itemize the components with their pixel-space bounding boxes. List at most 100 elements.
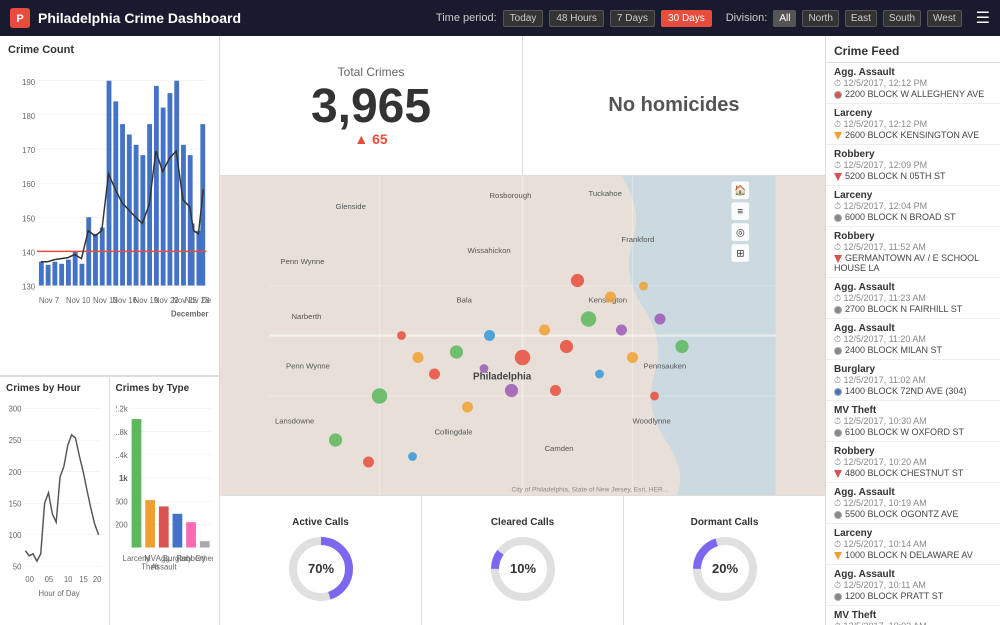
app-icon: P <box>10 8 30 28</box>
div-btn-south[interactable]: South <box>883 10 921 27</box>
crime-location: 1000 BLOCK N DELAWARE AV <box>834 550 992 560</box>
svg-text:P: P <box>16 13 23 25</box>
svg-text:180: 180 <box>22 112 35 121</box>
svg-text:190: 190 <box>22 78 35 87</box>
crime-location: 2400 BLOCK MILAN ST <box>834 345 992 355</box>
crime-count-chart: 190 180 170 160 150 140 130 <box>8 60 211 360</box>
svg-text:Tuckahoe: Tuckahoe <box>589 189 622 198</box>
div-btn-east[interactable]: East <box>845 10 877 27</box>
svg-text:Frankford: Frankford <box>622 235 655 244</box>
svg-text:05: 05 <box>45 575 54 584</box>
crimes-by-type-title: Crimes by Type <box>116 383 214 394</box>
crime-location: 5200 BLOCK N 05TH ST <box>834 171 992 181</box>
header-left: P Philadelphia Crime Dashboard <box>10 8 241 28</box>
header-title: Philadelphia Crime Dashboard <box>38 10 241 26</box>
crime-type: MV Theft <box>834 610 992 621</box>
svg-text:2.2k: 2.2k <box>116 404 129 413</box>
list-item: Larceny ⏱ 12/5/2017, 12:12 PM 2600 BLOCK… <box>826 104 1000 145</box>
map-container[interactable]: Glenside Rosborough Tuckahoe Penn Wynne … <box>220 176 825 495</box>
crime-type: Agg. Assault <box>834 323 992 334</box>
menu-icon[interactable]: ☰ <box>976 8 990 28</box>
crime-location: 2700 BLOCK N FAIRHILL ST <box>834 304 992 314</box>
crime-type: Robbery <box>834 231 992 242</box>
svg-text:Nov 7: Nov 7 <box>39 296 60 305</box>
svg-text:70%: 70% <box>307 561 333 576</box>
crime-location: 1400 BLOCK 72ND AVE (304) <box>834 386 992 396</box>
list-item: Larceny ⏱ 12/5/2017, 10:14 AM 1000 BLOCK… <box>826 524 1000 565</box>
crime-time: ⏱ 12/5/2017, 10:30 AM <box>834 416 992 427</box>
crime-time: ⏱ 12/5/2017, 12:12 PM <box>834 78 992 89</box>
svg-text:Camden: Camden <box>545 444 574 453</box>
crime-type: Larceny <box>834 190 992 201</box>
time-btn-7d[interactable]: 7 Days <box>610 10 655 27</box>
svg-text:City of Philadelphia, State of: City of Philadelphia, State of New Jerse… <box>511 487 668 494</box>
svg-text:300: 300 <box>9 404 22 413</box>
crime-time: ⏱ 12/5/2017, 10:14 AM <box>834 539 992 550</box>
total-crimes-label: Total Crimes <box>338 65 405 79</box>
crime-location: 1200 BLOCK PRATT ST <box>834 591 992 601</box>
division-label: Division: <box>726 12 768 24</box>
div-btn-north[interactable]: North <box>802 10 838 27</box>
header: P Philadelphia Crime Dashboard Time peri… <box>0 0 1000 36</box>
top-stats: Total Crimes 3,965 ▲ 65 No homicides <box>220 36 825 176</box>
div-btn-west[interactable]: West <box>927 10 962 27</box>
svg-text:Philadelphia: Philadelphia <box>473 372 532 383</box>
crime-time: ⏱ 12/5/2017, 11:20 AM <box>834 334 992 345</box>
list-item: Robbery ⏱ 12/5/2017, 10:20 AM 4800 BLOCK… <box>826 442 1000 483</box>
crimes-by-type-panel: Crimes by Type 2.2k 1.8k 1.4k 1k 600 <box>110 376 220 625</box>
header-controls: Time period: Today 48 Hours 7 Days 30 Da… <box>436 8 990 28</box>
crime-time: ⏱ 12/5/2017, 11:52 AM <box>834 242 992 253</box>
svg-text:Assault: Assault <box>150 562 176 571</box>
svg-text:⊞: ⊞ <box>736 248 744 259</box>
svg-text:170: 170 <box>22 146 35 155</box>
crime-type: MV Theft <box>834 405 992 416</box>
svg-text:Woodlynne: Woodlynne <box>633 417 671 426</box>
div-btn-all[interactable]: All <box>773 10 796 27</box>
svg-text:10%: 10% <box>509 561 535 576</box>
svg-text:200: 200 <box>116 520 128 529</box>
svg-text:Lansdowne: Lansdowne <box>275 417 314 426</box>
svg-text:10: 10 <box>64 575 73 584</box>
svg-text:Collingdale: Collingdale <box>435 428 473 437</box>
svg-text:Rosborough: Rosborough <box>490 191 532 200</box>
bottom-stats: Active Calls 70% Cleared Calls 10% Dorma… <box>220 495 825 625</box>
active-calls-title: Active Calls <box>292 517 349 528</box>
svg-text:150: 150 <box>9 499 22 508</box>
total-crimes-widget: Total Crimes 3,965 ▲ 65 <box>220 36 523 175</box>
list-item: MV Theft ⏱ 12/5/2017, 10:03 AM 5000 BLOC… <box>826 606 1000 625</box>
crime-type: Agg. Assault <box>834 487 992 498</box>
total-crimes-change: ▲ 65 <box>354 131 387 147</box>
svg-text:160: 160 <box>22 180 35 189</box>
crime-feed-title: Crime Feed <box>826 36 1000 63</box>
time-btn-30d[interactable]: 30 Days <box>661 10 712 27</box>
list-item: Agg. Assault ⏱ 12/5/2017, 11:23 AM 2700 … <box>826 278 1000 319</box>
crime-time: ⏱ 12/5/2017, 12:04 PM <box>834 201 992 212</box>
crime-feed-list[interactable]: Agg. Assault ⏱ 12/5/2017, 12:12 PM 2200 … <box>826 63 1000 625</box>
active-calls-widget: Active Calls 70% <box>220 496 422 625</box>
svg-text:Penn Wynne: Penn Wynne <box>281 257 325 266</box>
crime-location: 5500 BLOCK OGONTZ AVE <box>834 509 992 519</box>
list-item: Agg. Assault ⏱ 12/5/2017, 10:11 AM 1200 … <box>826 565 1000 606</box>
crime-time: ⏱ 12/5/2017, 10:20 AM <box>834 457 992 468</box>
time-btn-48h[interactable]: 48 Hours <box>549 10 604 27</box>
svg-text:50: 50 <box>13 562 22 571</box>
svg-text:Dec 4: Dec 4 <box>201 296 211 305</box>
svg-text:Other: Other <box>194 554 213 563</box>
svg-text:200: 200 <box>9 468 22 477</box>
crime-time: ⏱ 12/5/2017, 11:02 AM <box>834 375 992 386</box>
svg-text:≡: ≡ <box>737 207 743 218</box>
svg-text:Hour of Day: Hour of Day <box>39 589 81 598</box>
list-item: MV Theft ⏱ 12/5/2017, 10:30 AM 6100 BLOC… <box>826 401 1000 442</box>
crimes-by-hour-panel: Crimes by Hour 300 250 200 150 100 50 <box>0 376 110 625</box>
svg-text:🏠: 🏠 <box>734 185 746 197</box>
svg-text:130: 130 <box>22 282 35 291</box>
left-panel: Crime Count 190 180 170 160 150 <box>0 36 220 625</box>
crime-count-panel: Crime Count 190 180 170 160 150 <box>0 36 219 376</box>
list-item: Agg. Assault ⏱ 12/5/2017, 11:20 AM 2400 … <box>826 319 1000 360</box>
svg-text:Glenside: Glenside <box>336 202 366 211</box>
crime-location: 2600 BLOCK KENSINGTON AVE <box>834 130 992 140</box>
time-btn-today[interactable]: Today <box>503 10 544 27</box>
svg-text:Bala: Bala <box>457 296 473 305</box>
active-calls-donut: 70% <box>286 534 356 604</box>
crime-count-title: Crime Count <box>8 44 211 56</box>
